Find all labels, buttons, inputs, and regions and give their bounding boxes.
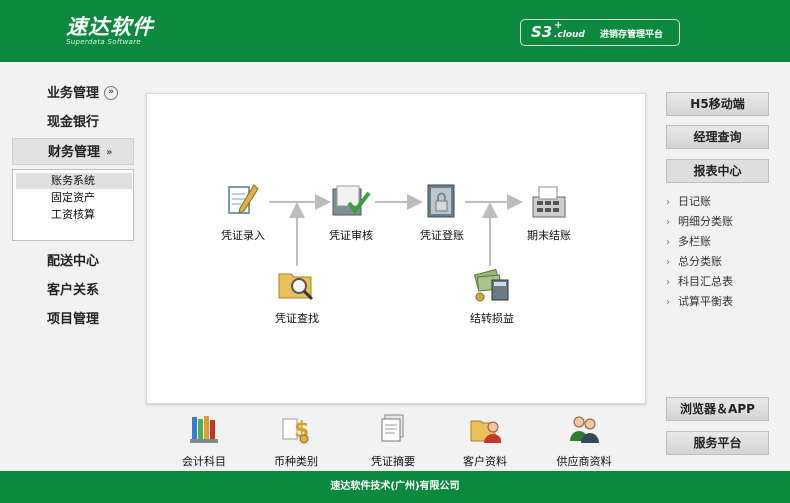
quick-access-bar: 会计科目 $ 币种类别 凭证摘要 客户资料 供应商资料 — [146, 405, 646, 468]
report-link-label: 多栏账 — [678, 235, 711, 248]
folder-search-icon — [278, 273, 314, 301]
nav-item-xiangmu[interactable]: 项目管理 — [12, 306, 134, 333]
logo-subtitle: Superdata Software — [66, 38, 142, 46]
quick-item-customer[interactable]: 客户资料 — [445, 413, 525, 469]
node-label: 凭证录入 — [221, 229, 265, 242]
workflow-panel: 凭证录入 凭证审核 凭证登账 期末结账 凭证查找 结转损益 — [146, 93, 646, 404]
submenu-item-zhangwu[interactable]: 账务系统 — [16, 173, 132, 189]
folder-check-icon — [332, 185, 371, 216]
product-name: S3 — [531, 23, 553, 41]
chevron-right-icon: › — [666, 277, 670, 288]
quick-item-label: 凭证摘要 — [371, 455, 415, 468]
node-label: 结转损益 — [470, 312, 514, 325]
report-link-summary[interactable]: › 科目汇总表 — [666, 273, 776, 291]
nav-item-peisong[interactable]: 配送中心 — [12, 248, 134, 275]
two-people-icon — [570, 416, 599, 443]
nav-label: 财务管理 — [48, 145, 101, 160]
quick-item-label: 客户资料 — [463, 455, 507, 468]
report-link-label: 日记账 — [678, 195, 711, 208]
chevron-right-icon: › — [666, 197, 670, 208]
flow-node-close[interactable]: 期末结账 — [509, 183, 589, 243]
quick-item-accounts[interactable]: 会计科目 — [164, 413, 244, 469]
service-platform-button[interactable]: 服务平台 — [666, 431, 769, 455]
nav-label: 项目管理 — [47, 312, 100, 327]
nav-label: 现金银行 — [47, 115, 100, 130]
binder-lock-icon — [427, 184, 455, 218]
footer: 速达软件技术(广州)有限公司 — [0, 471, 790, 503]
node-label: 凭证审核 — [329, 229, 373, 242]
flow-node-search[interactable]: 凭证查找 — [257, 266, 337, 326]
logo-text: 速达软件 — [66, 15, 154, 39]
chevron-right-icon: › — [666, 217, 670, 228]
document-stack-icon — [381, 414, 404, 442]
node-label: 凭证查找 — [275, 312, 319, 325]
node-label: 凭证登账 — [420, 229, 464, 242]
chevron-right-icon: › — [666, 297, 670, 308]
report-link-label: 总分类账 — [678, 255, 722, 268]
book-stack-icon — [190, 416, 218, 443]
quick-item-label: 会计科目 — [182, 455, 226, 468]
quick-item-currency[interactable]: $ 币种类别 — [256, 413, 336, 469]
folder-person-icon — [470, 420, 502, 443]
product-badge: S3 + .cloud 进销存管理平台 — [520, 19, 680, 46]
report-link-label: 科目汇总表 — [678, 275, 733, 288]
nav-label: 配送中心 — [47, 254, 100, 269]
chevron-right-icon: › — [666, 257, 670, 268]
report-link-multicolumn[interactable]: › 多栏账 — [666, 233, 776, 251]
report-link-journal[interactable]: › 日记账 — [666, 193, 776, 211]
report-link-general[interactable]: › 总分类账 — [666, 253, 776, 271]
submenu-item-guding[interactable]: 固定资产 — [16, 190, 132, 206]
nav-item-yewu[interactable]: 业务管理 » — [12, 80, 134, 107]
dollar-coins-icon: $ — [282, 418, 309, 444]
pen-document-icon — [228, 184, 259, 214]
nav-label: 业务管理 — [47, 86, 100, 101]
footer-company: 速达软件技术(广州)有限公司 — [330, 481, 460, 492]
double-chevron-circle-icon[interactable]: » — [104, 86, 118, 100]
flow-node-entry[interactable]: 凭证录入 — [203, 183, 283, 243]
product-cloud: .cloud — [554, 30, 585, 40]
report-link-label: 试算平衡表 — [678, 295, 733, 308]
report-center-button[interactable]: 报表中心 — [666, 159, 769, 183]
browser-app-button[interactable]: 浏览器＆APP — [666, 397, 769, 421]
flow-node-post[interactable]: 凭证登账 — [402, 183, 482, 243]
report-link-detail[interactable]: › 明细分类账 — [666, 213, 776, 231]
finance-submenu: 账务系统 固定资产 工资核算 — [12, 169, 134, 241]
report-link-label: 明细分类账 — [678, 215, 733, 228]
nav-item-xianjin[interactable]: 现金银行 — [12, 109, 134, 136]
report-link-trial-balance[interactable]: › 试算平衡表 — [666, 293, 776, 311]
h5-mobile-button[interactable]: H5移动端 — [666, 92, 769, 116]
nav-item-caiwu[interactable]: 财务管理 » — [12, 138, 134, 165]
quick-item-label: 供应商资料 — [556, 455, 612, 468]
product-title: 进销存管理平台 — [600, 30, 664, 40]
quick-item-supplier[interactable]: 供应商资料 — [544, 413, 624, 469]
flow-node-review[interactable]: 凭证审核 — [311, 183, 391, 243]
submenu-item-gongzi[interactable]: 工资核算 — [16, 207, 132, 223]
quick-item-label: 币种类别 — [274, 455, 318, 468]
chevron-right-icon: › — [666, 237, 670, 248]
money-calculator-icon — [473, 268, 509, 302]
nav-item-kehu[interactable]: 客户关系 — [12, 277, 134, 304]
quick-item-summary[interactable]: 凭证摘要 — [353, 413, 433, 469]
nav-label: 客户关系 — [47, 283, 100, 298]
flow-arrows — [269, 194, 523, 266]
flow-node-transfer[interactable]: 结转损益 — [452, 266, 532, 326]
double-chevron-icon[interactable]: » — [106, 139, 112, 166]
calculator-printer-icon — [532, 186, 566, 218]
top-header: 速达软件 Superdata Software S3 + .cloud 进销存管… — [0, 0, 790, 62]
node-label: 期末结账 — [527, 229, 571, 242]
manager-query-button[interactable]: 经理查询 — [666, 125, 769, 149]
